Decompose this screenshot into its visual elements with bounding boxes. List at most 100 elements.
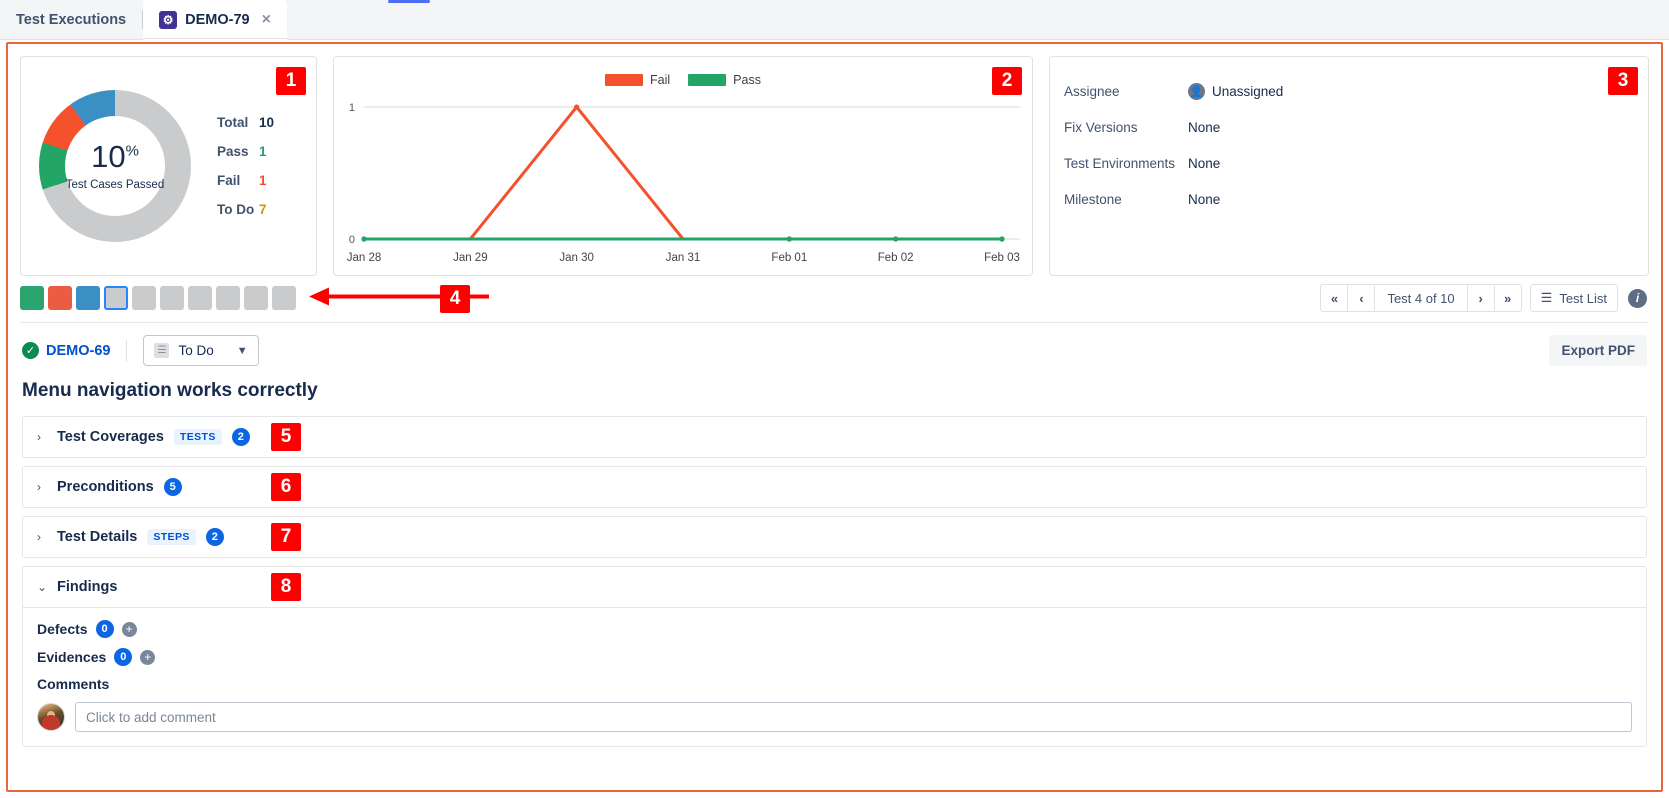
issue-key-link[interactable]: DEMO-69 — [46, 343, 110, 359]
detail-value[interactable]: None — [1188, 156, 1220, 171]
legend-label: Pass — [217, 144, 259, 159]
test-summary-card: 1 10% Test Cases Passed Total 1 — [20, 56, 317, 276]
divider — [126, 340, 127, 362]
status-square-1[interactable] — [20, 286, 44, 310]
chevron-right-icon: › — [37, 530, 47, 544]
section-test-coverages: 5 › Test Coverages TESTS 2 — [22, 416, 1647, 458]
tab-bar: Test Executions ⚙ DEMO-79 × — [0, 0, 1669, 40]
callout-marker-8: 8 — [271, 573, 301, 601]
legend-value: 10 — [259, 115, 274, 130]
status-square-9[interactable] — [244, 286, 268, 310]
detail-key: Test Environments — [1064, 156, 1188, 171]
section-title: Findings — [57, 579, 117, 595]
section-findings: 8 ⌄ Findings Defects 0 + Evidences 0 + — [22, 566, 1647, 747]
section-title: Preconditions — [57, 479, 154, 495]
section-header[interactable]: ⌄ Findings — [23, 567, 1646, 607]
legend-entry-pass: Pass — [688, 73, 761, 87]
trend-chart: Fail Pass 01Jan 28Jan 29Jan 30Jan 31Feb … — [334, 57, 1032, 275]
chevron-right-icon: › — [37, 480, 47, 494]
svg-text:Jan 30: Jan 30 — [559, 252, 594, 264]
section-count: 2 — [232, 428, 250, 446]
list-icon: ☰ — [1541, 290, 1553, 306]
legend-value: 7 — [259, 202, 267, 217]
comment-input[interactable] — [75, 702, 1632, 732]
last-page-button[interactable]: » — [1494, 284, 1522, 312]
status-square-5[interactable] — [132, 286, 156, 310]
section-count: 2 — [206, 528, 224, 546]
add-defect-icon[interactable]: + — [122, 622, 137, 637]
status-label: To Do — [178, 343, 213, 358]
detail-value[interactable]: 👤 Unassigned — [1188, 83, 1283, 100]
svg-text:Jan 29: Jan 29 — [453, 252, 488, 264]
status-square-6[interactable] — [160, 286, 184, 310]
section-tag: TESTS — [174, 429, 222, 445]
test-type-icon: ✓ — [22, 342, 39, 359]
donut-center: 10% Test Cases Passed — [65, 116, 165, 216]
prev-page-button[interactable]: ‹ — [1347, 284, 1375, 312]
callout-marker-3: 3 — [1608, 67, 1638, 95]
execution-details-card: 3 Assignee 👤 Unassigned Fix Versions Non… — [1049, 56, 1649, 276]
detail-value[interactable]: None — [1188, 192, 1220, 207]
chevron-down-icon: ⌄ — [37, 580, 47, 594]
donut-chart: 10% Test Cases Passed — [39, 90, 191, 242]
legend-text: Fail — [650, 73, 670, 87]
section-preconditions: 6 › Preconditions 5 — [22, 466, 1647, 508]
legend-entry-fail: Fail — [605, 73, 670, 87]
defects-label: Defects — [37, 621, 88, 637]
percent-symbol: % — [126, 143, 139, 160]
next-page-button[interactable]: › — [1467, 284, 1495, 312]
execution-trend-card: 2 Fail Pass 01Jan 28Jan 29Jan 30Jan 31Fe… — [333, 56, 1033, 276]
svg-text:Jan 28: Jan 28 — [347, 252, 382, 264]
status-square-3[interactable] — [76, 286, 100, 310]
section-header[interactable]: › Test Details STEPS 2 — [23, 517, 1646, 557]
callout-marker-2: 2 — [992, 67, 1022, 95]
tab-label: Test Executions — [16, 12, 126, 28]
detail-key: Assignee — [1064, 84, 1188, 99]
section-test-details: 7 › Test Details STEPS 2 — [22, 516, 1647, 558]
section-header[interactable]: › Preconditions 5 — [23, 467, 1646, 507]
first-page-button[interactable]: « — [1320, 284, 1348, 312]
status-square-2[interactable] — [48, 286, 72, 310]
evidences-row: Evidences 0 + — [37, 648, 1632, 666]
evidences-label: Evidences — [37, 649, 106, 665]
test-status-squares — [20, 286, 296, 310]
test-pagination: « ‹ Test 4 of 10 › » ☰ Test List i — [1320, 284, 1647, 312]
defects-count: 0 — [96, 620, 114, 638]
app-root: Test Executions ⚙ DEMO-79 × 1 10% — [0, 0, 1669, 798]
export-pdf-button[interactable]: Export PDF — [1549, 335, 1647, 366]
info-icon[interactable]: i — [1628, 289, 1647, 308]
status-list-icon: ☰ — [154, 343, 169, 358]
add-evidence-icon[interactable]: + — [140, 650, 155, 665]
test-list-button[interactable]: ☰ Test List — [1530, 284, 1618, 312]
detail-row-fix-versions: Fix Versions None — [1064, 109, 1648, 145]
close-icon[interactable]: × — [262, 11, 271, 29]
status-dropdown[interactable]: ☰ To Do ▼ — [143, 335, 258, 366]
detail-key: Fix Versions — [1064, 120, 1188, 135]
comment-row — [37, 702, 1632, 732]
defects-row: Defects 0 + — [37, 620, 1632, 638]
detail-value[interactable]: None — [1188, 120, 1220, 135]
legend-label: Total — [217, 115, 259, 130]
svg-text:Feb 03: Feb 03 — [984, 252, 1020, 264]
svg-text:0: 0 — [349, 234, 355, 246]
summary-cards: 1 10% Test Cases Passed Total 1 — [8, 44, 1661, 276]
status-square-8[interactable] — [216, 286, 240, 310]
person-icon: 👤 — [1188, 83, 1205, 100]
status-square-4[interactable] — [104, 286, 128, 310]
donut-legend: Total 10 Pass 1 Fail 1 To Do — [217, 115, 274, 217]
callout-marker-5: 5 — [271, 423, 301, 451]
callout-marker-6: 6 — [271, 473, 301, 501]
legend-value: 1 — [259, 173, 267, 188]
callout-marker-7: 7 — [271, 523, 301, 551]
legend-item-todo: To Do 7 — [217, 202, 274, 217]
status-square-10[interactable] — [272, 286, 296, 310]
section-header[interactable]: › Test Coverages TESTS 2 — [23, 417, 1646, 457]
page-indicator: Test 4 of 10 — [1374, 284, 1467, 312]
tab-demo-79[interactable]: ⚙ DEMO-79 × — [143, 0, 287, 39]
svg-text:Jan 31: Jan 31 — [666, 252, 701, 264]
legend-value: 1 — [259, 144, 267, 159]
detail-row-test-environments: Test Environments None — [1064, 145, 1648, 181]
status-square-7[interactable] — [188, 286, 212, 310]
tab-test-executions[interactable]: Test Executions — [0, 0, 142, 39]
issue-key-group[interactable]: ✓ DEMO-69 — [22, 342, 110, 359]
